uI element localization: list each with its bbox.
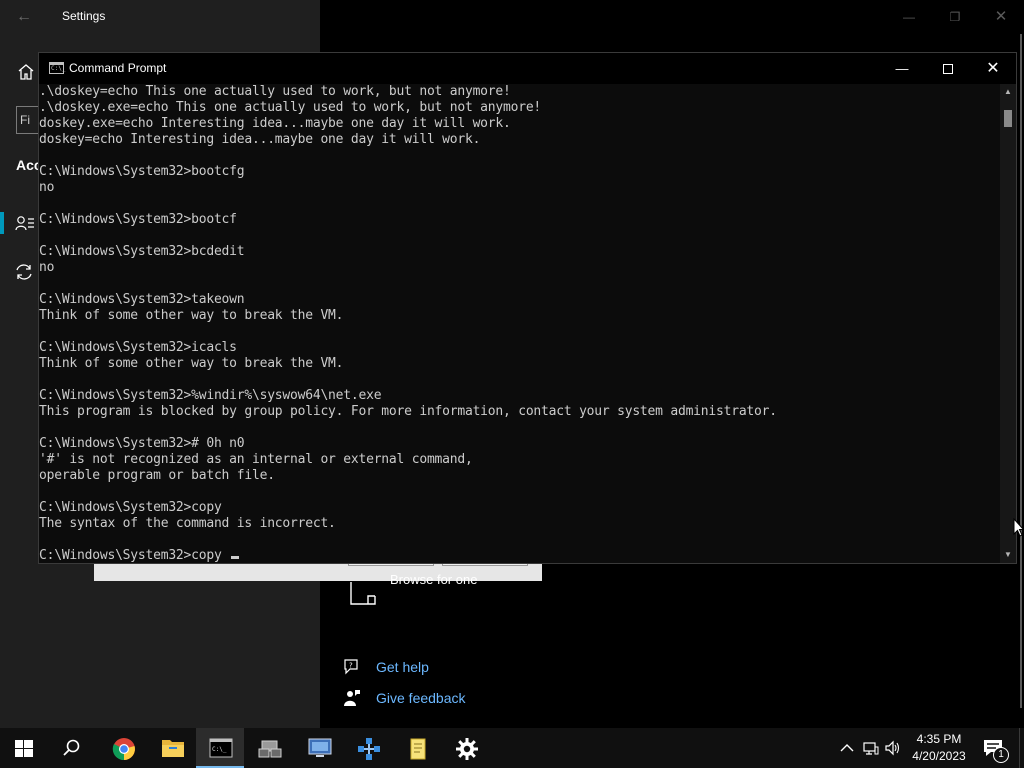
cmd-title: Command Prompt bbox=[69, 61, 167, 75]
scroll-thumb[interactable] bbox=[1004, 110, 1012, 127]
network-app-taskbar-button[interactable] bbox=[245, 728, 293, 768]
windows-logo-icon bbox=[15, 740, 33, 757]
monitor-icon bbox=[308, 738, 332, 757]
notepad-taskbar-button[interactable] bbox=[393, 728, 441, 768]
gear-icon bbox=[456, 738, 478, 760]
console-line: C:\Windows\System32>bootcf bbox=[39, 212, 237, 227]
file-explorer-taskbar-button[interactable] bbox=[148, 728, 196, 768]
console-line: Think of some other way to break the VM. bbox=[39, 356, 344, 371]
command-prompt-taskbar-button[interactable]: C:\_ bbox=[196, 728, 244, 768]
svg-text:?: ? bbox=[349, 662, 353, 670]
clock-date: 4/20/2023 bbox=[912, 749, 966, 763]
chat-help-icon: ? bbox=[344, 659, 358, 675]
search-icon bbox=[63, 739, 80, 756]
home-icon[interactable] bbox=[16, 62, 36, 82]
cmd-close-button[interactable]: ✕ bbox=[970, 53, 1016, 84]
section-heading: Acc bbox=[16, 157, 40, 173]
cmd-icon: C:\_ bbox=[209, 738, 233, 758]
console-line: .\doskey.exe=echo This one actually used… bbox=[39, 100, 542, 115]
chrome-icon bbox=[112, 738, 135, 761]
network-settings-taskbar-button[interactable] bbox=[344, 728, 392, 768]
console-line: This program is blocked by group policy.… bbox=[39, 404, 777, 419]
give-feedback-label[interactable]: Give feedback bbox=[376, 690, 466, 706]
feedback-icon bbox=[344, 690, 360, 706]
file-icon bbox=[350, 582, 376, 605]
account-info-icon[interactable] bbox=[15, 214, 35, 232]
show-hidden-icons-chevron-icon[interactable] bbox=[838, 739, 856, 757]
search-button[interactable] bbox=[48, 728, 96, 768]
clock[interactable]: 4:35 PM 4/20/2023 bbox=[908, 731, 970, 765]
cmd-titlebar[interactable]: C:\_ Command Prompt — ✕ bbox=[39, 53, 1016, 84]
command-prompt-window: C:\_ Command Prompt — ✕ .\doskey=echo Th… bbox=[38, 52, 1017, 564]
start-button[interactable] bbox=[0, 728, 48, 768]
prompt-text: C:\Windows\System32>copy bbox=[39, 548, 230, 563]
cmd-vertical-scrollbar[interactable]: ▲ ▼ bbox=[1000, 84, 1016, 563]
show-desktop-button[interactable] bbox=[1019, 728, 1024, 768]
console-line: no bbox=[39, 180, 55, 195]
svg-text:C:\_: C:\_ bbox=[212, 746, 227, 753]
console-line: doskey=echo Interesting idea...maybe one… bbox=[39, 132, 481, 147]
console-line: operable program or batch file. bbox=[39, 468, 275, 483]
settings-minimize-button[interactable]: — bbox=[886, 0, 932, 34]
console-line: C:\Windows\System32># 0h n0 bbox=[39, 436, 245, 451]
network-status-icon[interactable] bbox=[862, 739, 880, 757]
server-icon bbox=[258, 740, 282, 758]
settings-scrollbar[interactable] bbox=[1019, 34, 1023, 708]
console-line: doskey.exe=echo Interesting idea...maybe… bbox=[39, 116, 511, 131]
console-line: C:\Windows\System32>takeown bbox=[39, 292, 245, 307]
console-line: C:\Windows\System32>bootcfg bbox=[39, 164, 245, 179]
cmd-minimize-button[interactable]: — bbox=[879, 53, 925, 84]
console-line: '#' is not recognized as an internal or … bbox=[39, 452, 473, 467]
settings-close-button[interactable]: ✕ bbox=[978, 0, 1024, 34]
back-arrow-icon[interactable]: ← bbox=[14, 7, 34, 27]
cmd-maximize-button[interactable] bbox=[925, 53, 971, 84]
settings-taskbar-button[interactable] bbox=[442, 728, 490, 768]
settings-titlebar: ← Settings — ❐ ✕ bbox=[0, 0, 1024, 34]
settings-title: Settings bbox=[62, 9, 106, 23]
console-line: Think of some other way to break the VM. bbox=[39, 308, 344, 323]
console-line: C:\Windows\System32>icacls bbox=[39, 340, 237, 355]
find-setting-input[interactable]: Fi bbox=[16, 106, 40, 134]
mouse-pointer-icon bbox=[1013, 518, 1024, 537]
console-prompt-line[interactable]: C:\Windows\System32>copy bbox=[39, 548, 1000, 563]
settings-restore-button[interactable]: ❐ bbox=[932, 0, 978, 34]
cmd-window-icon[interactable]: C:\_ bbox=[49, 62, 65, 74]
selected-indicator bbox=[0, 212, 4, 234]
chrome-taskbar-button[interactable] bbox=[99, 728, 147, 768]
browse-for-one-label[interactable]: Browse for one bbox=[390, 572, 477, 587]
remote-desktop-taskbar-button[interactable] bbox=[295, 728, 343, 768]
text-cursor bbox=[231, 556, 240, 559]
scroll-up-arrow-icon[interactable]: ▲ bbox=[1000, 86, 1016, 98]
folder-icon bbox=[162, 740, 184, 757]
taskbar: C:\_ 4:35 PM 4/20/2023 1 bbox=[0, 728, 1024, 768]
console-line: C:\Windows\System32>bcdedit bbox=[39, 244, 245, 259]
volume-icon[interactable] bbox=[884, 739, 902, 757]
console-line: The syntax of the command is incorrect. bbox=[39, 516, 336, 531]
console-line: C:\Windows\System32>copy bbox=[39, 500, 222, 515]
scroll-down-arrow-icon[interactable]: ▼ bbox=[1000, 549, 1016, 561]
clock-time: 4:35 PM bbox=[916, 732, 962, 746]
get-help-label[interactable]: Get help bbox=[376, 659, 429, 675]
network-icon bbox=[358, 738, 380, 760]
console-line: .\doskey=echo This one actually used to … bbox=[39, 84, 511, 99]
notification-count-badge: 1 bbox=[993, 747, 1009, 763]
console-line: no bbox=[39, 260, 55, 275]
sync-icon[interactable] bbox=[14, 262, 34, 282]
console-line: C:\Windows\System32>%windir%\syswow64\ne… bbox=[39, 388, 382, 403]
console-output[interactable]: .\doskey=echo This one actually used to … bbox=[39, 84, 1000, 563]
notepad-icon bbox=[410, 738, 426, 760]
